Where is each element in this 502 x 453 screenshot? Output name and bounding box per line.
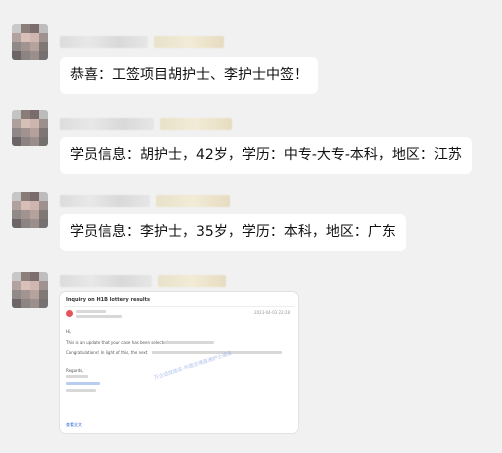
- email-sender-blur: [76, 310, 106, 313]
- email-greeting: Hi,: [66, 329, 72, 334]
- sender-name: [60, 195, 230, 207]
- message-bubble[interactable]: 学员信息：胡护士，42岁，学历：中专-大专-本科，地区：江苏: [60, 137, 472, 174]
- message-bubble[interactable]: 恭喜：工签项目胡护士、李护士中签！: [60, 57, 318, 94]
- email-signature-blur: [66, 375, 88, 378]
- email-recipient-blur: [76, 315, 122, 318]
- email-signature-blur: [66, 389, 96, 392]
- email-body-blur: [164, 341, 214, 344]
- sender-name: [60, 275, 226, 287]
- email-body-line-1: This is an update that your case has bee…: [66, 340, 169, 345]
- email-signature-blur: [66, 382, 100, 385]
- sender-name: [60, 118, 232, 130]
- sender-avatar[interactable]: [12, 192, 48, 228]
- watermark: 万企成就路名·中国全境直通护士通道: [153, 350, 233, 382]
- divider: [64, 306, 294, 307]
- email-screenshot-card[interactable]: Inquiry on H1B lottery results 2023-04-0…: [60, 292, 298, 433]
- sender-name: [60, 36, 224, 48]
- sender-avatar[interactable]: [12, 110, 48, 146]
- email-time: 2023-04-03 22:28: [253, 310, 290, 315]
- email-link[interactable]: 查看全文: [66, 422, 82, 428]
- message-bubble[interactable]: 学员信息：李护士，35岁，学历：本科，地区：广东: [60, 214, 406, 251]
- sender-avatar[interactable]: [12, 272, 48, 308]
- email-subject: Inquiry on H1B lottery results: [66, 297, 150, 303]
- email-sender-avatar: [66, 310, 73, 317]
- email-body-line-2: Congratulations! In light of this, the n…: [66, 350, 148, 355]
- sender-avatar[interactable]: [12, 24, 48, 60]
- email-regards: Regards,: [66, 368, 84, 373]
